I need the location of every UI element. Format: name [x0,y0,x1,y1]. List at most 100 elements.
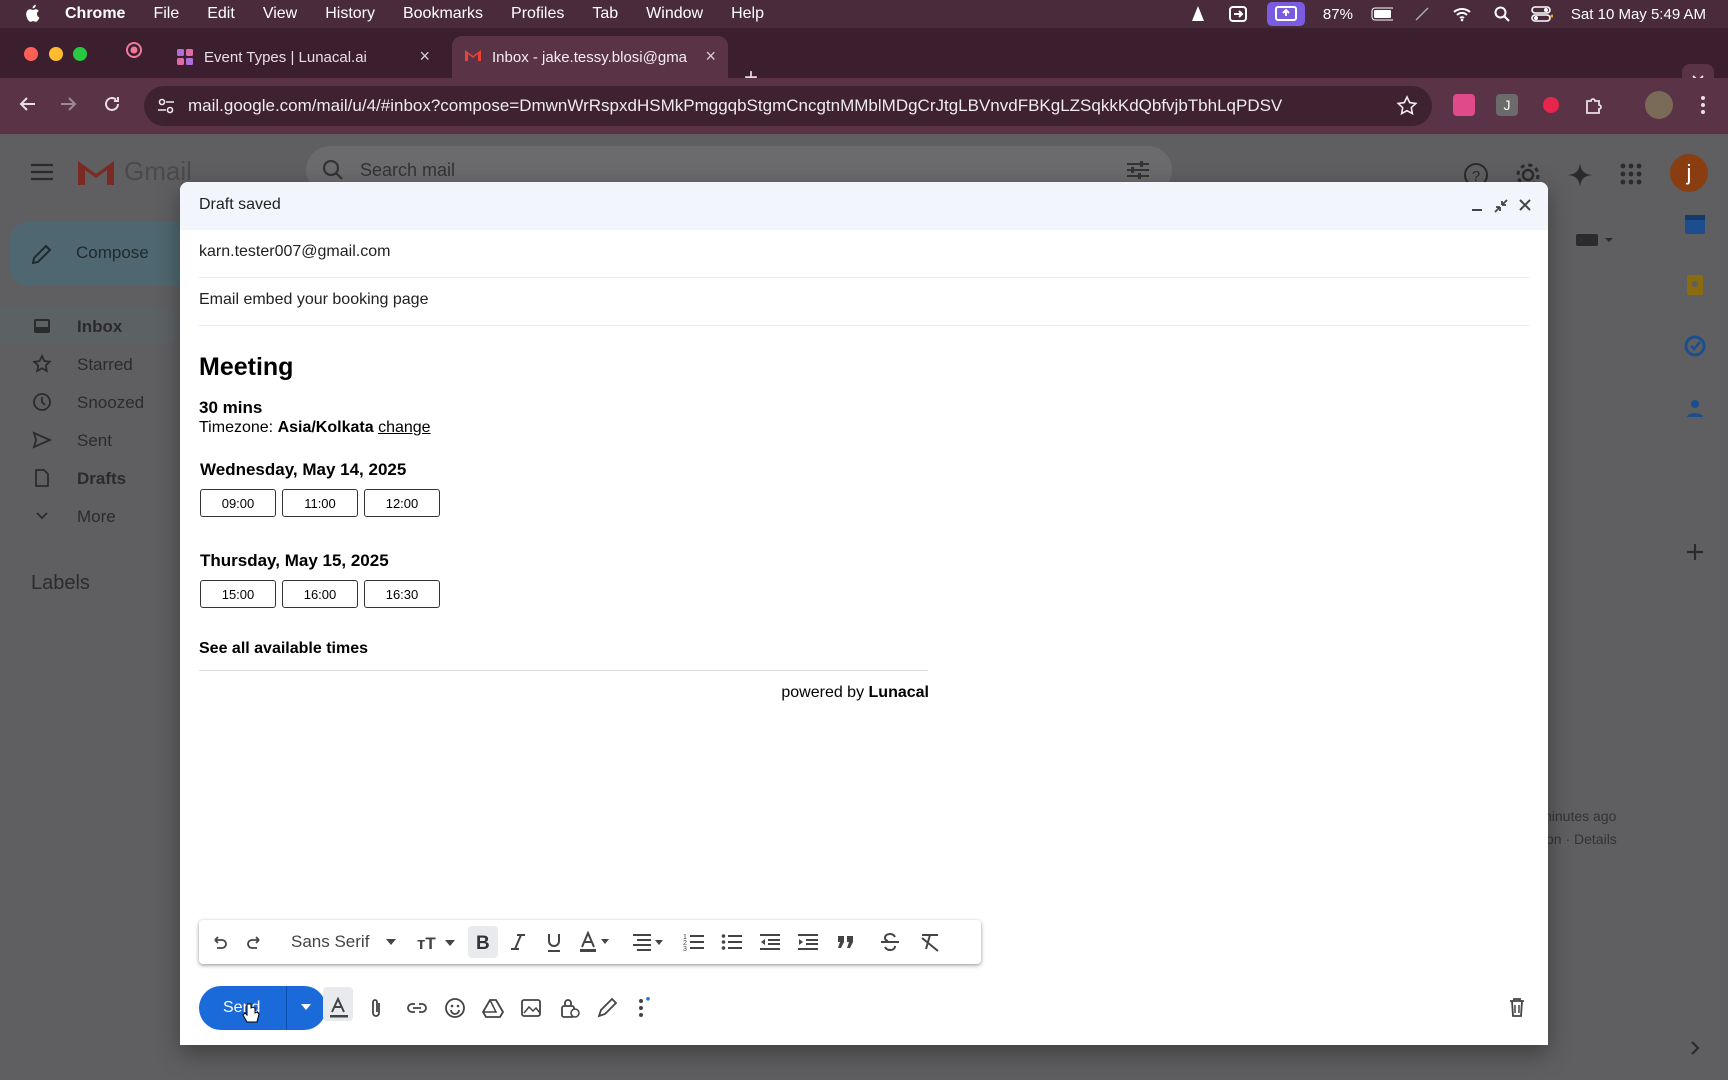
search-icon[interactable] [322,159,344,181]
chevron-right-icon[interactable] [1683,1036,1707,1060]
indent-more-icon[interactable] [797,930,819,954]
keyboard-icon[interactable] [1575,232,1615,248]
menu-bookmarks[interactable]: Bookmarks [403,5,483,23]
indent-less-icon[interactable] [759,930,781,954]
main-menu-icon[interactable] [30,162,54,182]
profile-avatar[interactable] [1645,91,1673,119]
redo-icon[interactable] [245,930,265,954]
bookmark-star-icon[interactable] [1396,95,1418,117]
font-family-select[interactable]: Sans Serif [291,932,369,952]
google-drive-icon[interactable] [482,997,504,1019]
control-center-icon[interactable] [1531,5,1553,23]
subject-text[interactable]: Email embed your booking page [199,291,428,309]
time-slot-button[interactable]: 15:00 [200,580,276,608]
text-color-icon[interactable] [579,930,613,954]
menu-window[interactable]: Window [646,5,703,23]
confidential-mode-icon[interactable] [558,997,580,1019]
minimize-icon[interactable] [1470,198,1484,212]
time-slot-button[interactable]: 16:00 [282,580,358,608]
spotlight-search-icon[interactable] [1491,5,1513,23]
chevron-down-icon[interactable] [385,930,397,954]
timezone-change-link[interactable]: change [378,419,431,436]
tab-gmail-inbox[interactable]: Inbox - jake.tessy.blosi@gma × [452,36,728,78]
menu-edit[interactable]: Edit [207,5,235,23]
bulleted-list-icon[interactable] [721,930,743,954]
keep-icon[interactable] [1683,273,1707,297]
menu-history[interactable]: History [325,5,375,23]
site-settings-icon[interactable] [156,97,176,115]
clock-datetime[interactable]: Sat 10 May 5:49 AM [1571,6,1706,23]
nav-more[interactable]: More [0,498,180,534]
align-icon[interactable] [631,930,665,954]
nav-drafts[interactable]: Drafts [0,460,180,496]
apple-icon[interactable] [24,4,40,23]
account-avatar[interactable]: j [1670,154,1708,192]
undo-icon[interactable] [209,930,229,954]
quote-icon[interactable] [835,930,857,954]
gemini-sparkle-icon[interactable] [1567,162,1593,188]
compose-button[interactable]: Compose [10,222,200,286]
insert-link-icon[interactable] [406,997,428,1019]
calendar-icon[interactable] [1683,212,1707,236]
screen-share-icon[interactable] [1266,2,1305,26]
to-field[interactable]: karn.tester007@gmail.com [199,230,1529,278]
subject-field[interactable]: Email embed your booking page [199,278,1529,326]
powered-by-brand[interactable]: Lunacal [869,684,929,701]
strikethrough-icon[interactable] [879,930,901,954]
insert-photo-icon[interactable] [520,997,542,1019]
close-icon[interactable]: × [419,46,430,67]
nav-starred[interactable]: Starred [0,346,180,382]
url-text[interactable]: mail.google.com/mail/u/4/#inbox?compose=… [188,96,1282,116]
time-slot-button[interactable]: 11:00 [282,489,358,517]
exit-fullscreen-icon[interactable] [1493,198,1509,214]
battery-icon[interactable] [1371,5,1393,23]
chrome-menu-icon[interactable] [1692,94,1714,116]
search-input[interactable]: Search mail [360,160,455,181]
pen-slash-icon[interactable] [1411,5,1433,23]
back-button[interactable] [18,94,38,114]
close-icon[interactable] [1518,198,1532,212]
address-bar[interactable]: mail.google.com/mail/u/4/#inbox?compose=… [144,86,1432,126]
more-options-icon[interactable] [636,997,650,1019]
reload-button[interactable] [102,94,122,114]
underline-icon[interactable] [545,930,563,954]
formatting-options-icon[interactable] [329,997,349,1019]
nav-inbox[interactable]: Inbox [0,308,180,344]
gmail-logo[interactable]: Gmail [76,156,192,187]
nav-sent[interactable]: Sent [0,422,180,458]
extension-j-icon[interactable]: J [1496,94,1518,116]
menu-tab[interactable]: Tab [592,5,618,23]
menu-profiles[interactable]: Profiles [511,5,564,23]
recipient-email[interactable]: karn.tester007@gmail.com [199,243,390,261]
extension-record-icon[interactable] [1540,94,1562,116]
tasks-icon[interactable] [1683,334,1707,358]
menu-help[interactable]: Help [731,5,764,23]
schedule-send-dropdown-icon[interactable] [299,1000,313,1014]
tab-event-types[interactable]: Event Types | Lunacal.ai × [160,36,442,78]
extensions-puzzle-icon[interactable] [1583,94,1605,116]
menu-app-name[interactable]: Chrome [65,5,125,23]
emoji-icon[interactable] [444,997,466,1019]
menu-view[interactable]: View [263,5,297,23]
font-size-icon[interactable]: тT [417,930,457,954]
close-icon[interactable]: × [705,46,716,67]
window-maximize-button[interactable] [73,47,87,61]
forward-button[interactable] [58,94,78,114]
italic-icon[interactable] [509,930,527,954]
compose-header[interactable]: Draft saved [180,182,1548,230]
time-slot-button[interactable]: 09:00 [200,489,276,517]
time-slot-button[interactable]: 12:00 [364,489,440,517]
signature-pen-icon[interactable] [596,997,618,1019]
time-slot-button[interactable]: 16:30 [364,580,440,608]
apps-grid-icon[interactable] [1619,162,1643,186]
remove-formatting-icon[interactable] [919,930,941,954]
vlc-icon[interactable] [1187,5,1209,23]
window-close-button[interactable] [24,47,38,61]
see-all-times-link[interactable]: See all available times [199,640,368,658]
bold-icon[interactable]: B [468,926,498,958]
add-addon-icon[interactable] [1683,540,1707,564]
nav-snoozed[interactable]: Snoozed [0,384,180,420]
discard-draft-trash-icon[interactable] [1508,997,1526,1017]
record-icon[interactable] [125,41,143,59]
search-options-icon[interactable] [1126,160,1150,180]
